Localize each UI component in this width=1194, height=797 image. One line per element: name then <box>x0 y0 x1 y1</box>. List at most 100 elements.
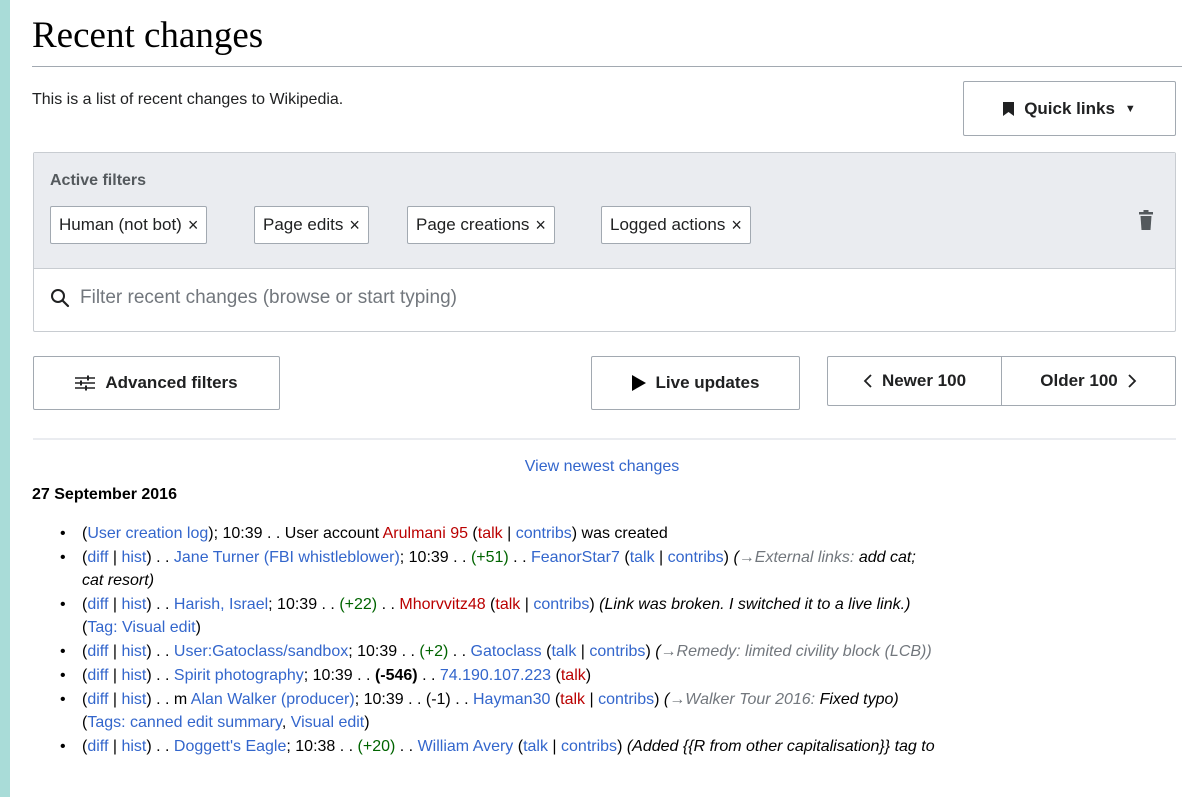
page-link[interactable]: Alan Walker (producer) <box>191 691 355 708</box>
sliders-icon <box>75 375 96 391</box>
section-link[interactable]: External links: <box>755 549 855 566</box>
search-placeholder: Filter recent changes (browse or start t… <box>80 287 457 308</box>
minor-flag: m <box>173 691 188 708</box>
play-icon <box>631 375 646 391</box>
remove-filter-icon[interactable]: × <box>349 216 360 234</box>
section-link[interactable]: Walker Tour 2016: <box>685 691 815 708</box>
hist-link[interactable]: hist <box>121 667 146 684</box>
remove-filter-icon[interactable]: × <box>535 216 546 234</box>
user-link[interactable]: Hayman30 <box>473 691 550 708</box>
talk-link[interactable]: talk <box>561 667 586 684</box>
list-item: (diff | hist) . . Jane Turner (FBI whist… <box>50 546 1184 592</box>
hist-link[interactable]: hist <box>121 596 146 613</box>
user-link[interactable]: 74.190.107.223 <box>440 667 551 684</box>
page-link[interactable]: Spirit photography <box>174 667 304 684</box>
diff-link[interactable]: diff <box>87 596 108 613</box>
contribs-link[interactable]: contribs <box>561 738 617 755</box>
tag-link[interactable]: Visual edit <box>122 619 196 636</box>
diff-link[interactable]: diff <box>87 549 108 566</box>
diff-link[interactable]: diff <box>87 738 108 755</box>
list-item: (diff | hist) . . Spirit photography; 10… <box>50 664 1184 687</box>
edit-summary: (→Walker Tour 2016: Fixed typo) <box>663 691 899 708</box>
filters-panel: Active filters Human (not bot) × Page ed… <box>33 152 1176 332</box>
tag-link[interactable]: Visual edit <box>291 714 365 731</box>
user-link[interactable]: FeanorStar7 <box>531 549 620 566</box>
chevron-left-icon <box>863 374 872 388</box>
talk-link[interactable]: talk <box>523 738 548 755</box>
size-diff: (+2) <box>419 643 449 660</box>
advanced-filters-button[interactable]: Advanced filters <box>33 356 280 410</box>
page-title: Recent changes <box>32 15 264 56</box>
section-link[interactable]: Remedy: limited civility block (LCB)) <box>677 643 932 660</box>
size-diff: (-546) <box>374 667 418 684</box>
bookmark-icon <box>1003 101 1015 116</box>
contribs-link[interactable]: contribs <box>589 643 645 660</box>
comment: cat resort) <box>82 572 155 589</box>
trash-icon[interactable] <box>1139 210 1153 230</box>
filter-chip-human[interactable]: Human (not bot) × <box>50 206 208 244</box>
page-link[interactable]: Harish, Israel <box>174 596 268 613</box>
filter-chip-label: Logged actions <box>610 215 726 234</box>
diff-link[interactable]: diff <box>87 643 108 660</box>
active-filters-area: Active filters Human (not bot) × Page ed… <box>34 153 1175 269</box>
user-link[interactable]: Mhorvvitz48 <box>399 596 485 613</box>
newer-label: Newer 100 <box>881 371 967 390</box>
page: Recent changes This is a list of recent … <box>10 0 1194 797</box>
log-link[interactable]: User creation log <box>87 525 208 542</box>
list-item: (diff | hist) . . m Alan Walker (produce… <box>50 688 1184 734</box>
quick-links-button[interactable]: Quick links ▼ <box>963 81 1176 136</box>
older-button[interactable]: Older 100 <box>1001 357 1175 405</box>
hist-link[interactable]: hist <box>121 643 146 660</box>
talk-link[interactable]: talk <box>551 643 576 660</box>
hist-link[interactable]: hist <box>121 549 146 566</box>
list-item: (diff | hist) . . Harish, Israel; 10:39 … <box>50 593 1184 639</box>
tag-link[interactable]: canned edit summary <box>130 714 282 731</box>
edit-summary: (Added {{R from other capitalisation}} t… <box>626 738 935 755</box>
live-updates-button[interactable]: Live updates <box>591 356 800 410</box>
hist-link[interactable]: hist <box>121 691 146 708</box>
view-newest-link: View newest changes <box>10 458 1194 476</box>
view-newest-text[interactable]: View newest changes <box>525 458 679 475</box>
contribs-link[interactable]: contribs <box>668 549 724 566</box>
talk-link[interactable]: talk <box>495 596 520 613</box>
hist-link[interactable]: hist <box>121 738 146 755</box>
list-item: (diff | hist) . . Doggett's Eagle; 10:38… <box>50 735 1184 758</box>
diff-link[interactable]: diff <box>87 691 108 708</box>
talk-link[interactable]: talk <box>560 691 585 708</box>
size-diff: (+20) <box>357 738 396 755</box>
filter-search-input[interactable]: Filter recent changes (browse or start t… <box>50 287 457 309</box>
diff-link[interactable]: diff <box>87 667 108 684</box>
contribs-link[interactable]: contribs <box>516 525 572 542</box>
newer-button[interactable]: Newer 100 <box>828 357 1001 405</box>
chevron-right-icon <box>1128 374 1137 388</box>
remove-filter-icon[interactable]: × <box>731 216 742 234</box>
talk-link[interactable]: talk <box>478 525 503 542</box>
filter-chip-label: Human (not bot) <box>59 215 182 234</box>
pager: Newer 100 Older 100 <box>827 356 1176 406</box>
time: 10:39 <box>363 691 404 708</box>
list-item: (User creation log); 10:39 . . User acco… <box>50 522 1184 545</box>
tag-label[interactable]: Tags: <box>87 714 125 731</box>
date-heading: 27 September 2016 <box>32 486 177 503</box>
contribs-link[interactable]: contribs <box>533 596 589 613</box>
page-link[interactable]: Doggett's Eagle <box>174 738 286 755</box>
talk-link[interactable]: talk <box>630 549 655 566</box>
size-diff: (+51) <box>470 549 509 566</box>
list-item: (diff | hist) . . User:Gatoclass/sandbox… <box>50 640 1184 663</box>
tag-label[interactable]: Tag: <box>87 619 117 636</box>
remove-filter-icon[interactable]: × <box>188 216 199 234</box>
filter-chip-label: Page creations <box>416 215 530 234</box>
comment: Fixed typo) <box>819 691 899 708</box>
user-link[interactable]: William Avery <box>418 738 514 755</box>
filter-chip-page-creations[interactable]: Page creations × <box>407 206 555 244</box>
page-link[interactable]: User:Gatoclass/sandbox <box>174 643 348 660</box>
page-link[interactable]: Jane Turner (FBI whistleblower) <box>174 549 400 566</box>
user-link[interactable]: Arulmani 95 <box>383 525 468 542</box>
edit-summary: (→Remedy: limited civility block (LCB)) <box>655 643 932 660</box>
contribs-link[interactable]: contribs <box>598 691 654 708</box>
time: 10:39 <box>312 667 353 684</box>
filter-chip-label: Page edits <box>263 215 344 234</box>
filter-chip-logged-actions[interactable]: Logged actions × <box>601 206 751 244</box>
filter-chip-page-edits[interactable]: Page edits × <box>254 206 369 244</box>
user-link[interactable]: Gatoclass <box>471 643 542 660</box>
